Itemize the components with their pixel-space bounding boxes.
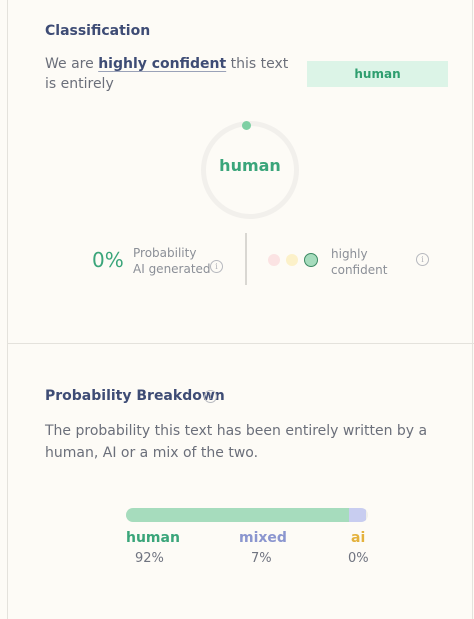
- confidence-info-icon[interactable]: i: [416, 253, 429, 266]
- right-border: [472, 0, 473, 619]
- confidence-level-line1: highly: [331, 247, 368, 261]
- stat-divider: [245, 233, 247, 285]
- confidence-level-line2: confident: [331, 263, 388, 277]
- probability-bar-human: [126, 508, 349, 522]
- classification-panel: Classification We are highly confident t…: [0, 0, 474, 619]
- ring-label: human: [219, 156, 281, 175]
- confidence-dot-high: [304, 253, 318, 267]
- category-label-human: human: [126, 530, 180, 546]
- category-value-mixed: 7%: [251, 551, 272, 566]
- classification-title: Classification: [45, 23, 151, 39]
- breakdown-info-icon[interactable]: i: [204, 390, 217, 403]
- probability-bar: [126, 508, 368, 522]
- ring-progress-dot: [242, 121, 251, 130]
- category-value-ai: 0%: [348, 551, 369, 566]
- ai-probability-info-icon[interactable]: i: [210, 260, 223, 273]
- ai-probability-label-line1: Probability: [133, 246, 197, 260]
- category-label-ai: ai: [351, 530, 366, 546]
- classification-badge: human: [307, 61, 448, 87]
- ai-probability-value: 0%: [92, 248, 124, 272]
- category-value-human: 92%: [135, 551, 164, 566]
- breakdown-title: Probability Breakdown: [45, 388, 225, 404]
- category-label-mixed: mixed: [239, 530, 287, 546]
- section-divider: [8, 343, 474, 344]
- confidence-dot-low: [268, 254, 280, 266]
- confidence-prefix: We are: [45, 56, 99, 72]
- confidence-dot-medium: [286, 254, 298, 266]
- breakdown-description: The probability this text has been entir…: [45, 423, 428, 461]
- probability-bar-mixed: [348, 508, 366, 522]
- confidence-statement: We are highly confident this text is ent…: [45, 54, 290, 94]
- left-border: [7, 0, 8, 619]
- confidence-strong[interactable]: highly confident: [98, 56, 226, 72]
- ai-probability-label-line2: AI generated: [133, 262, 211, 276]
